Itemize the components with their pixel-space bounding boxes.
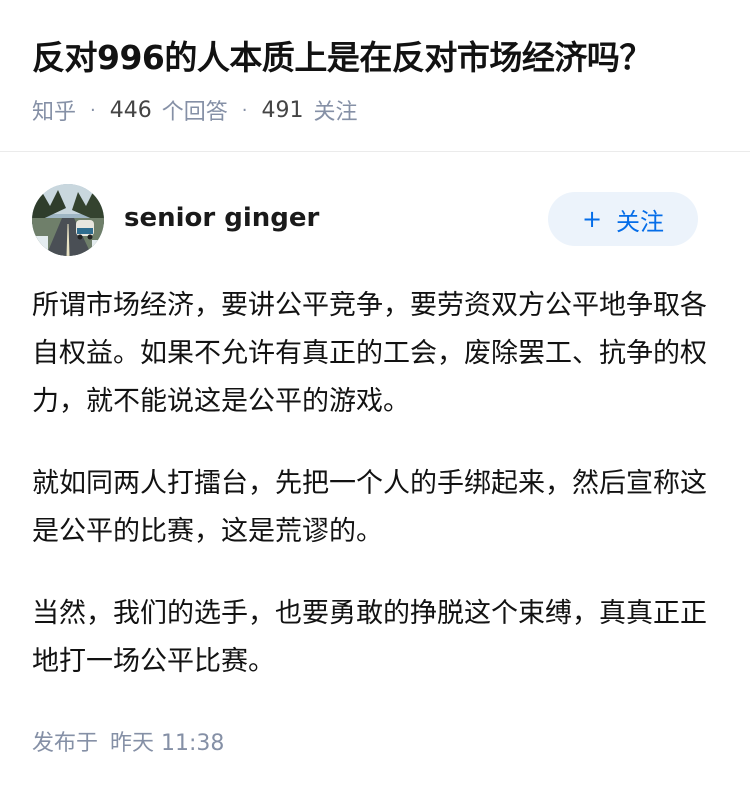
avatar-road-van-image <box>32 184 104 256</box>
avatar[interactable] <box>32 184 104 256</box>
answer-paragraph: 所谓市场经济，要讲公平竞争，要劳资双方公平地争取各自权益。如果不允许有真正的工会… <box>32 290 707 417</box>
source-label[interactable]: 知乎 <box>32 94 76 126</box>
answer-count-label[interactable]: 个回答 <box>162 94 228 126</box>
meta-separator: · <box>90 99 96 121</box>
answer-content: 所谓市场经济，要讲公平竞争，要劳资双方公平地争取各自权益。如果不允许有真正的工会… <box>32 282 722 720</box>
published-label: 发布于 <box>32 731 99 756</box>
answer-paragraph: 当然，我们的选手，也要勇敢的挣脱这个束缚，真真正正地打一场公平比赛。 <box>32 598 707 677</box>
follower-count-label[interactable]: 关注 <box>314 94 358 126</box>
meta-separator: · <box>241 99 248 121</box>
follow-button-label: 关注 <box>616 207 665 236</box>
answer-timestamp[interactable]: 发布于 昨天 11:38 <box>32 726 224 762</box>
answer-count: 446 <box>109 97 152 123</box>
follower-count: 491 <box>261 97 304 123</box>
question-meta: 知乎 · 446 个回答 · 491 关注 <box>32 92 358 128</box>
question-title[interactable]: 反对996的人本质上是在反对市场经济吗？ <box>32 34 722 82</box>
answer-paragraph: 就如同两人打擂台，先把一个人的手绑起来，然后宣称这是公平的比赛，这是荒谬的。 <box>32 468 707 547</box>
plus-icon: + <box>581 205 603 233</box>
follow-button[interactable]: + 关注 <box>548 192 698 246</box>
published-time: 昨天 11:38 <box>110 731 225 756</box>
author-name[interactable]: senior ginger <box>124 198 319 238</box>
question-header: 反对996的人本质上是在反对市场经济吗？ 知乎 · 446 个回答 · 491 … <box>0 0 750 152</box>
